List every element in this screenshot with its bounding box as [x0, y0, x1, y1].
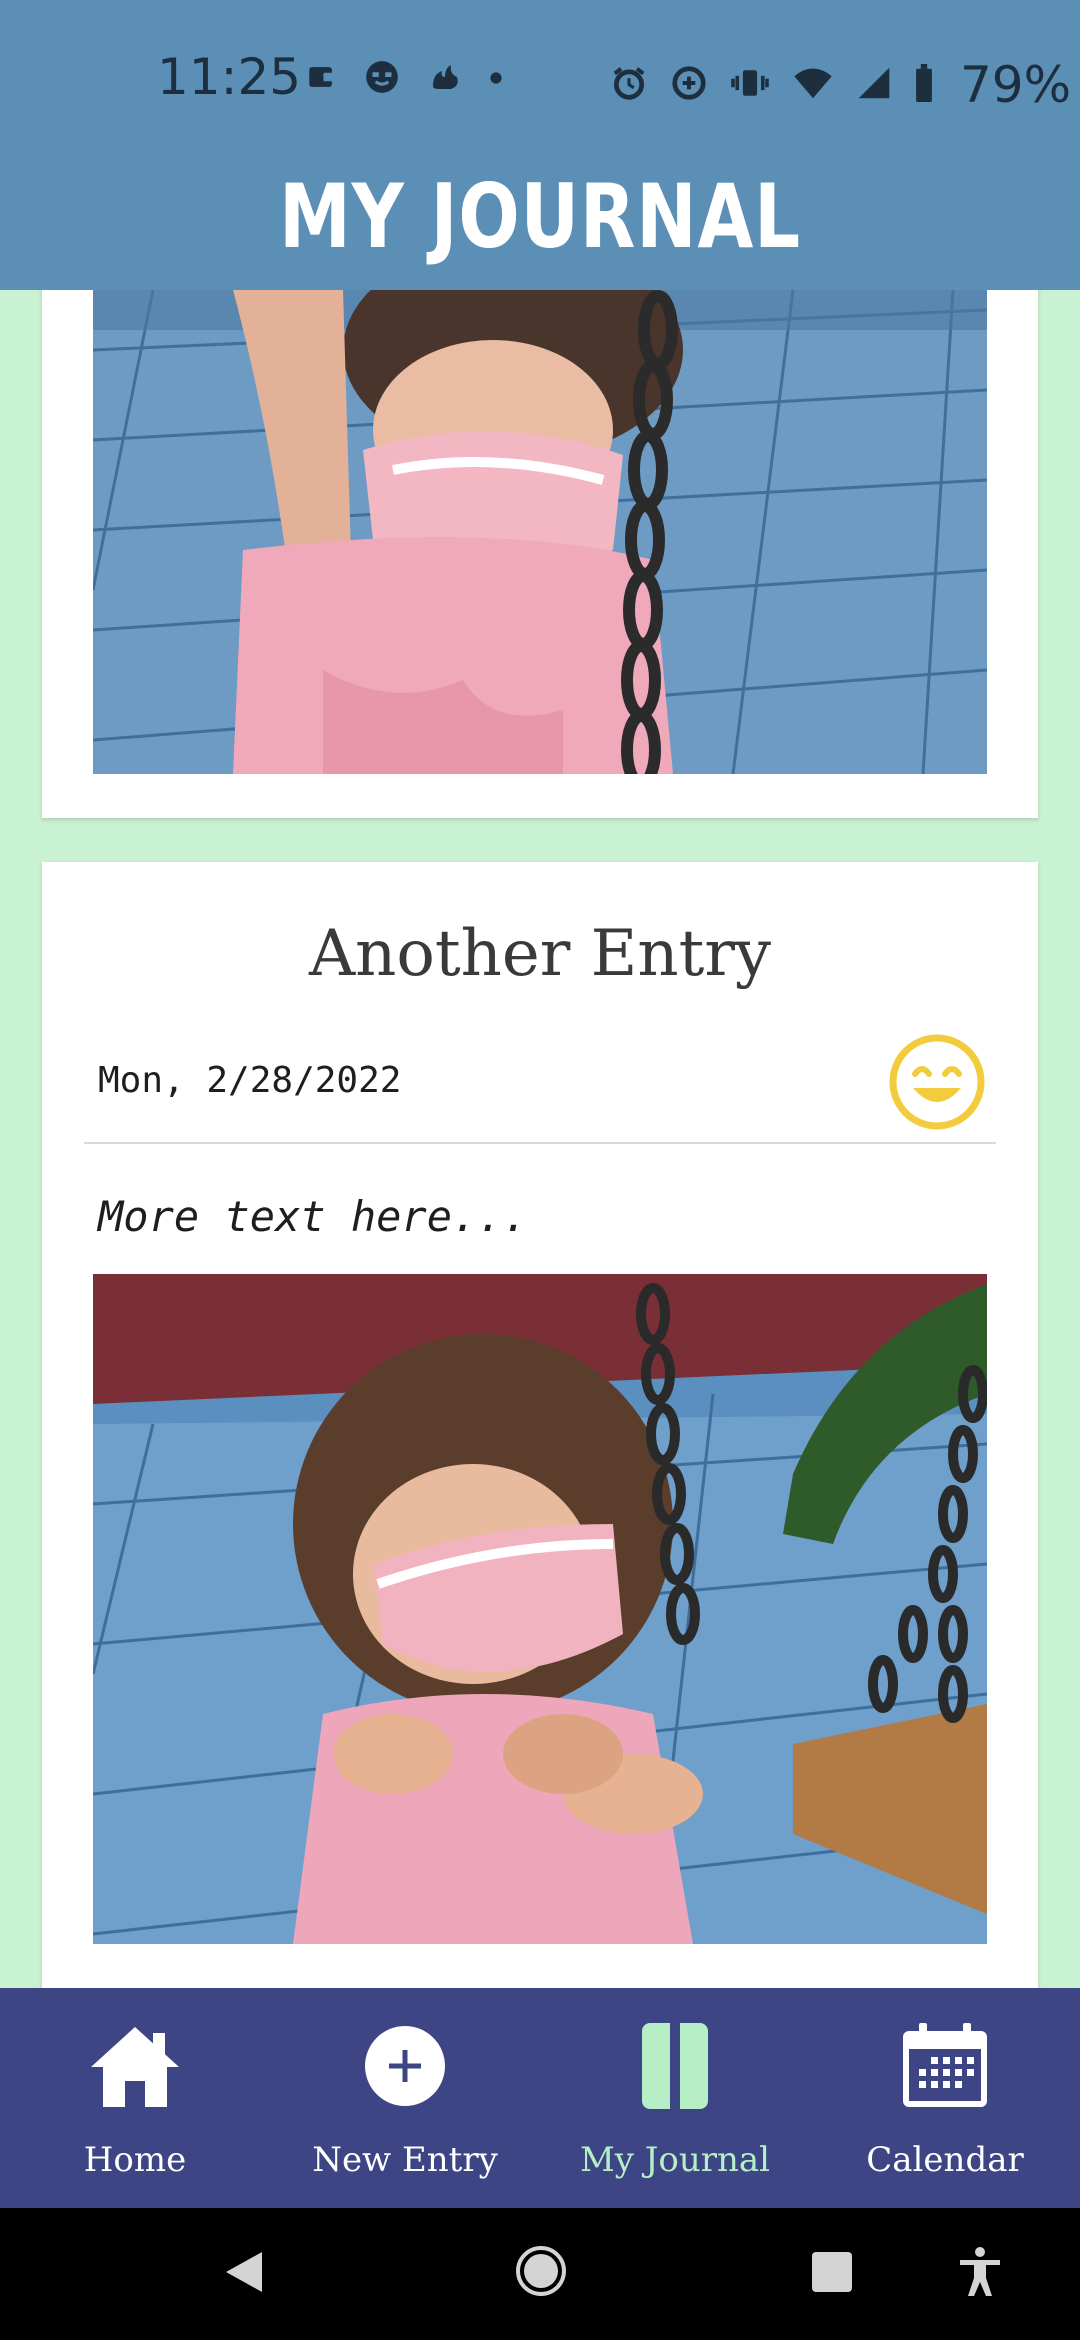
- calendar-icon: [810, 2016, 1080, 2116]
- vibrate-icon: [730, 66, 770, 104]
- nav-item-home[interactable]: Home: [0, 1988, 270, 2208]
- nav-item-new-entry[interactable]: New Entry: [270, 1988, 540, 2208]
- wallet-icon: [305, 60, 339, 98]
- home-icon: [0, 2016, 270, 2116]
- bottom-navigation: Home New Entry My Journal Calendar: [0, 1988, 1080, 2208]
- home-button-icon[interactable]: [514, 2244, 568, 2302]
- journal-entry-card[interactable]: Another Entry Mon, 2/28/2022 More text h…: [42, 862, 1038, 2112]
- divider: [84, 1142, 996, 1144]
- app-header: 11:25 79% MY JOURNAL: [0, 0, 1080, 290]
- flame-icon: [425, 59, 465, 99]
- journal-entry-card[interactable]: [42, 240, 1038, 818]
- nav-label: New Entry: [312, 2140, 498, 2180]
- nav-label: Home: [83, 2140, 187, 2180]
- entry-title: Another Entry: [308, 917, 772, 991]
- alarm-icon: [610, 64, 648, 106]
- notification-icons: [305, 58, 503, 100]
- back-icon[interactable]: [222, 2248, 266, 2300]
- status-time: 11:25: [157, 48, 302, 106]
- status-bar: 11:25 79%: [0, 0, 1080, 165]
- dot-icon: [489, 70, 503, 89]
- recents-icon[interactable]: [810, 2250, 854, 2298]
- system-navigation-bar: [0, 2208, 1080, 2340]
- plus-circle-icon: [270, 2016, 540, 2116]
- face-icon: [363, 58, 401, 100]
- wifi-icon: [792, 66, 834, 104]
- grinning-face-icon: [887, 1032, 987, 1132]
- battery-icon: [914, 64, 934, 106]
- system-icons: 79%: [610, 56, 1071, 114]
- entry-date: Mon, 2/28/2022: [98, 1060, 402, 1101]
- nav-label: Calendar: [866, 2140, 1024, 2180]
- page-title: MY JOURNAL: [279, 165, 801, 268]
- nav-item-my-journal[interactable]: My Journal: [540, 1988, 810, 2208]
- nav-label: My Journal: [579, 2140, 771, 2180]
- accessibility-icon[interactable]: [958, 2246, 1002, 2302]
- data-saver-icon: [670, 64, 708, 106]
- entry-photo[interactable]: [93, 1274, 987, 1944]
- battery-percent: 79%: [960, 56, 1072, 114]
- journal-icon: [540, 2016, 810, 2116]
- entry-text: More text here...: [98, 1192, 528, 1241]
- entry-photo[interactable]: [93, 290, 987, 774]
- signal-icon: [856, 66, 892, 104]
- nav-item-calendar[interactable]: Calendar: [810, 1988, 1080, 2208]
